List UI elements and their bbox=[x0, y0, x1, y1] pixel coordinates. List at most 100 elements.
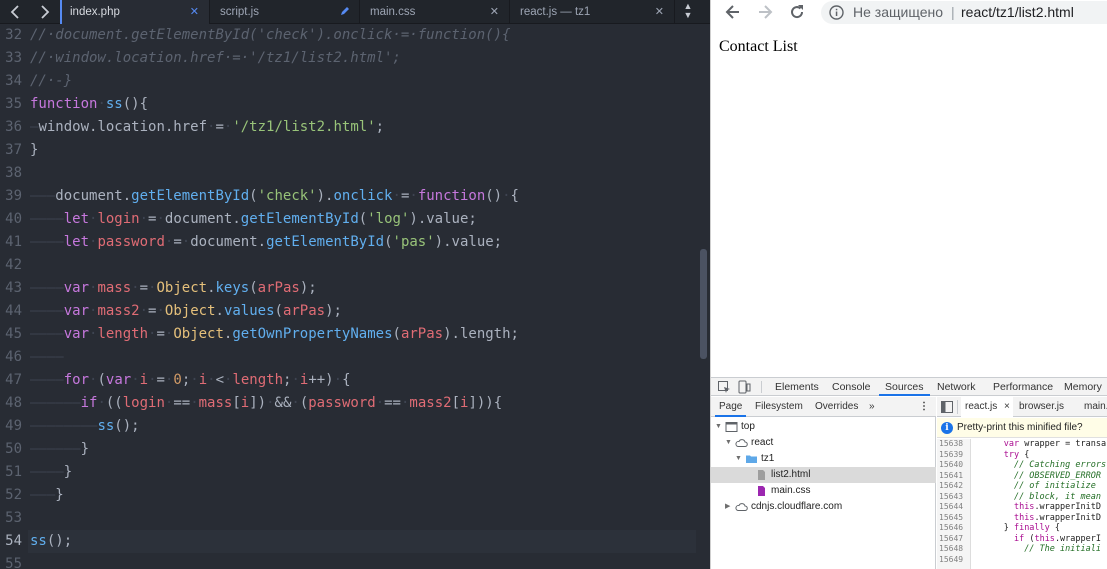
tab-react-js[interactable]: react.js — tz1 ✕ bbox=[510, 0, 675, 24]
tree-item[interactable]: ▼ top bbox=[711, 419, 936, 435]
code-line[interactable]: ———document.getElementById('check').oncl… bbox=[28, 185, 696, 208]
source-code-line[interactable]: if (this.wrapperI bbox=[973, 534, 1107, 545]
code-token: = bbox=[156, 326, 165, 342]
tab-label: index.php bbox=[70, 6, 120, 18]
navigator-tab-page[interactable]: Page bbox=[714, 397, 747, 417]
code-line[interactable] bbox=[28, 254, 696, 277]
source-code-line[interactable]: // The initiali bbox=[973, 544, 1107, 555]
devtools-tab-sources[interactable]: Sources bbox=[879, 378, 929, 396]
source-code-line[interactable] bbox=[973, 555, 1107, 566]
code-line[interactable] bbox=[28, 162, 696, 185]
expand-arrow-icon[interactable]: ▼ bbox=[715, 419, 723, 435]
collapse-arrow-icon[interactable]: ▶ bbox=[725, 499, 733, 515]
tree-item[interactable]: ▼ react bbox=[711, 435, 936, 451]
code-token: { bbox=[342, 372, 351, 388]
source-code-line[interactable]: this.wrapperInitD bbox=[973, 502, 1107, 513]
code-token: arPas bbox=[257, 280, 300, 296]
reload-icon[interactable] bbox=[787, 2, 807, 22]
code-line[interactable] bbox=[28, 507, 696, 530]
code-line[interactable]: ————————ss(); bbox=[28, 415, 696, 438]
code-line[interactable]: ————} bbox=[28, 461, 696, 484]
code-line[interactable]: //·window.location.href·=·'/tz1/list2.ht… bbox=[28, 47, 696, 70]
navigator-tab-filesystem[interactable]: Filesystem bbox=[755, 397, 803, 417]
tab-index-php[interactable]: index.php ✕ bbox=[60, 0, 210, 24]
tree-item[interactable]: ▶ cdnjs.cloudflare.com bbox=[711, 499, 936, 515]
code-line[interactable]: ————var·length·=·Object.getOwnPropertyNa… bbox=[28, 323, 696, 346]
navigator-more-tabs[interactable]: » bbox=[869, 397, 875, 417]
devtools-tab-elements[interactable]: Elements bbox=[775, 378, 819, 396]
code-token: ss bbox=[97, 418, 115, 434]
code-token: login bbox=[97, 211, 140, 227]
code-token: { bbox=[1019, 449, 1030, 460]
code-line[interactable] bbox=[28, 553, 696, 569]
code-token: ). bbox=[316, 188, 334, 204]
code-line[interactable]: function·ss(){ bbox=[28, 93, 696, 116]
devtools-tab-performance[interactable]: Performance bbox=[993, 378, 1053, 396]
devtools-tab-memory[interactable]: Memory bbox=[1064, 378, 1102, 396]
source-code-line[interactable]: } finally { bbox=[973, 523, 1107, 534]
editor-scrollbar-thumb[interactable] bbox=[700, 249, 707, 359]
back-chevron-icon[interactable] bbox=[2, 0, 30, 24]
code-line[interactable]: ————let·login·=·document.getElementById(… bbox=[28, 208, 696, 231]
code-token: arPas bbox=[282, 303, 326, 319]
source-code-line[interactable]: var wrapper = transa bbox=[973, 439, 1107, 450]
address-bar[interactable]: Не защищено | react/tz1/list2.html bbox=[821, 1, 1107, 24]
code-line[interactable]: —window.location.href·=·'/tz1/list2.html… bbox=[28, 116, 696, 139]
tab-close-icon[interactable]: ✕ bbox=[655, 0, 664, 24]
kebab-menu-icon[interactable]: ⋮ bbox=[919, 397, 929, 417]
source-code-line[interactable]: this.wrapperInitD bbox=[973, 513, 1107, 524]
code-line[interactable]: ————let·password·=·document.getElementBy… bbox=[28, 231, 696, 254]
source-code-line[interactable]: // Catching errors bbox=[973, 460, 1107, 471]
code-line[interactable]: //·document.getElementById('check').oncl… bbox=[28, 24, 696, 47]
source-code-line[interactable]: // OBSERVED_ERROR bbox=[973, 471, 1107, 482]
code-line[interactable]: ——————} bbox=[28, 438, 696, 461]
tab-script-js[interactable]: script.js bbox=[210, 0, 360, 24]
info-icon[interactable] bbox=[829, 5, 844, 20]
back-arrow-icon[interactable] bbox=[723, 2, 743, 22]
code-line[interactable]: ————var·mass2·=·Object.values(arPas); bbox=[28, 300, 696, 323]
device-toolbar-icon[interactable] bbox=[737, 380, 751, 394]
code-line[interactable]: ss(); bbox=[28, 530, 696, 553]
tab-close-icon[interactable]: × bbox=[1000, 401, 1010, 412]
code-token: · bbox=[131, 280, 140, 296]
pretty-print-infobar[interactable]: i Pretty-print this minified file? bbox=[937, 418, 1107, 438]
source-code-line[interactable]: // of initialize bbox=[973, 481, 1107, 492]
editor-tab-bar: index.php ✕ script.js main.css ✕ react.j… bbox=[0, 0, 710, 24]
code-area[interactable]: //·document.getElementById('check').oncl… bbox=[28, 24, 696, 569]
tab-close-icon[interactable]: ✕ bbox=[190, 0, 199, 24]
source-line-gutter: 15638 15639 15640 15641 15642 15643 15644 15645… bbox=[937, 439, 971, 569]
toggle-navigator-icon[interactable] bbox=[941, 401, 953, 413]
tree-item[interactable]: main.css bbox=[711, 483, 936, 499]
tab-main-css[interactable]: main.css ✕ bbox=[360, 0, 510, 24]
code-token: ss bbox=[30, 533, 47, 549]
forward-chevron-icon[interactable] bbox=[30, 0, 58, 24]
source-code-line[interactable]: try { bbox=[973, 450, 1107, 461]
source-code[interactable]: var wrapper = transa try { // Catching e… bbox=[973, 439, 1107, 569]
tree-item[interactable]: ▼ tz1 bbox=[711, 451, 936, 467]
source-line-number: 15646 bbox=[939, 523, 964, 532]
tab-close-icon[interactable]: ✕ bbox=[490, 0, 499, 24]
code-line[interactable]: ————for·(var·i·=·0;·i·<·length;·i++)·{ bbox=[28, 369, 696, 392]
code-line[interactable]: ——————if·((login·==·mass[i])·&&·(passwor… bbox=[28, 392, 696, 415]
code-line[interactable]: ————var·mass·=·Object.keys(arPas); bbox=[28, 277, 696, 300]
expand-arrow-icon[interactable]: ▼ bbox=[735, 451, 743, 467]
line-number: 44 bbox=[5, 303, 22, 319]
code-line[interactable]: ———— bbox=[28, 346, 696, 369]
source-tab-main-css[interactable]: main. bbox=[1084, 397, 1107, 417]
source-code-line[interactable]: // block, it mean bbox=[973, 492, 1107, 503]
inspect-element-icon[interactable] bbox=[717, 380, 731, 394]
expand-arrow-icon[interactable]: ▼ bbox=[725, 435, 733, 451]
forward-arrow-icon[interactable] bbox=[755, 2, 775, 22]
code-line[interactable]: } bbox=[28, 139, 696, 162]
source-tab-react-js[interactable]: react.js × bbox=[961, 397, 1013, 417]
devtools-tab-console[interactable]: Console bbox=[832, 378, 871, 396]
source-tab-browser-js[interactable]: browser.js bbox=[1019, 397, 1064, 417]
navigator-tab-overrides[interactable]: Overrides bbox=[815, 397, 858, 417]
editor-scrollbar[interactable] bbox=[697, 24, 710, 569]
code-line[interactable]: ———} bbox=[28, 484, 696, 507]
code-line[interactable]: //·-} bbox=[28, 70, 696, 93]
tab-scroll-icon[interactable]: ▲ ▼ bbox=[683, 0, 693, 24]
tree-item[interactable]: list2.html bbox=[711, 467, 936, 483]
devtools-tab-network[interactable]: Network bbox=[937, 378, 976, 396]
